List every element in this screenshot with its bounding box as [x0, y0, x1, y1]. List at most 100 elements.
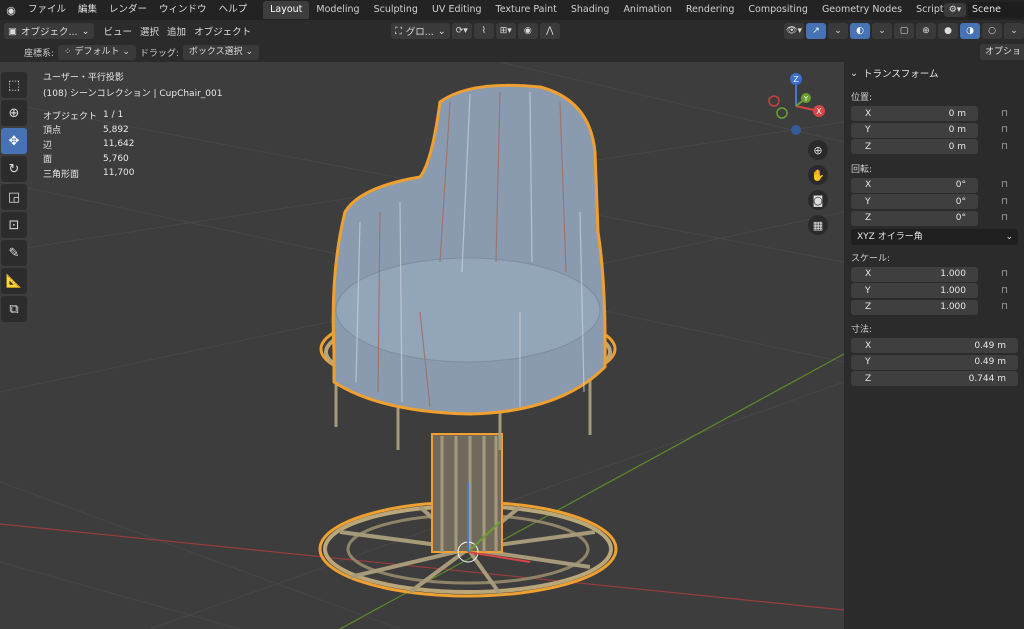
scale-y-field[interactable]: Y 1.000 ⊓: [851, 283, 1008, 298]
stat-value: 1 / 1: [103, 110, 124, 121]
stat-value: 5,760: [103, 153, 129, 164]
menu-render[interactable]: レンダー: [103, 0, 153, 20]
field-value: 0 m: [948, 141, 966, 152]
stat-row: 面 5,760: [43, 152, 135, 167]
tab-layout[interactable]: Layout: [263, 1, 310, 19]
move-icon[interactable]: ✥: [1, 128, 27, 154]
tab-sculpting[interactable]: Sculpting: [367, 1, 425, 19]
shading-dropdown-icon[interactable]: ⌄: [1004, 23, 1024, 39]
chevron-down-icon: ⌄: [119, 46, 130, 57]
stat-label: 三角形面: [43, 169, 80, 180]
transform-panel-header[interactable]: ⌄ トランスフォーム: [844, 62, 1024, 84]
zoom-icon[interactable]: ⊕: [808, 140, 828, 160]
collection-name: (108) シーンコレクション | CupChair_001: [43, 89, 223, 99]
drag-dropdown[interactable]: ボックス選択 ⌄: [182, 44, 260, 60]
stat-row: 頂点 5,892: [43, 123, 135, 138]
lock-icon[interactable]: ⊓: [1001, 269, 1008, 279]
lock-icon[interactable]: ⊓: [1001, 142, 1008, 152]
field-value: 1.000: [940, 269, 966, 279]
menu-window[interactable]: ウィンドウ: [153, 0, 213, 20]
proportional-edit-icon[interactable]: ◉: [517, 23, 538, 39]
rotation-z-field[interactable]: Z 0° ⊓: [851, 210, 1008, 226]
menu-select[interactable]: 選択: [136, 23, 163, 39]
chevron-down-icon: ⌄: [850, 67, 858, 79]
visibility-icon[interactable]: 👁▾: [784, 23, 804, 39]
menu-help[interactable]: ヘルプ: [213, 0, 254, 20]
location-z-field[interactable]: Z 0 m ⊓: [851, 139, 1008, 154]
solid-shading-icon[interactable]: ●: [938, 23, 958, 39]
menu-view[interactable]: ビュー: [100, 23, 137, 39]
coord-dropdown[interactable]: ⁘ デフォルト ⌄: [58, 44, 136, 60]
rendered-shading-icon[interactable]: ○: [982, 23, 1002, 39]
menu-add[interactable]: 追加: [163, 23, 190, 39]
tab-modeling[interactable]: Modeling: [309, 1, 366, 19]
transform-icon[interactable]: ⊡: [1, 212, 27, 238]
menu-file[interactable]: ファイル: [22, 0, 72, 20]
gizmo-toggle-icon[interactable]: ↗: [806, 23, 826, 39]
lock-icon[interactable]: ⊓: [1001, 180, 1008, 190]
menu-object[interactable]: オブジェクト: [190, 23, 255, 39]
camera-icon[interactable]: ◙: [808, 190, 828, 210]
dimensions-label: 寸法:: [851, 325, 873, 335]
overlay-toggle-icon[interactable]: ◐: [850, 23, 870, 39]
rotate-icon[interactable]: ↻: [1, 156, 27, 182]
axis-label: X: [865, 180, 872, 190]
scale-x-field[interactable]: X 1.000 ⊓: [851, 266, 1008, 282]
tab-uv-editing[interactable]: UV Editing: [425, 1, 489, 19]
rotation-y-field[interactable]: Y 0° ⊓: [851, 194, 1008, 209]
scale-z-field[interactable]: Z 1.000 ⊓: [851, 299, 1008, 315]
material-shading-icon[interactable]: ◑: [960, 23, 980, 39]
scene-selector-icon[interactable]: ⚙▾: [944, 3, 966, 17]
tab-geometry-nodes[interactable]: Geometry Nodes: [815, 1, 909, 19]
select-box-icon[interactable]: ⬚: [1, 72, 27, 98]
measure-icon[interactable]: 📐: [1, 268, 27, 294]
transform-orientation-dropdown[interactable]: ⛶ グロ... ⌄: [391, 23, 450, 39]
location-y-field[interactable]: Y 0 m ⊓: [851, 122, 1008, 138]
chevron-down-icon: ⌄: [242, 46, 254, 57]
gizmo-dropdown-icon[interactable]: ⌄: [828, 23, 848, 39]
scale-icon[interactable]: ◲: [1, 184, 27, 210]
dimensions-x-field[interactable]: X 0.49 m: [851, 338, 1018, 353]
pivot-icon[interactable]: ⟳▾: [451, 23, 472, 39]
lock-icon[interactable]: ⊓: [1001, 197, 1008, 207]
annotate-icon[interactable]: ✎: [1, 240, 27, 266]
rotation-mode-dropdown[interactable]: XYZ オイラー角 ⌄: [851, 228, 1018, 245]
snap-icon[interactable]: ⌇: [473, 23, 494, 39]
tab-animation[interactable]: Animation: [616, 1, 678, 19]
wireframe-shading-icon[interactable]: ⊕: [916, 23, 936, 39]
dimensions-y-field[interactable]: Y 0.49 m: [851, 354, 1018, 370]
tab-compositing[interactable]: Compositing: [741, 1, 815, 19]
add-cube-icon[interactable]: ⧉: [1, 296, 27, 322]
left-toolbar: ⬚ ⊕ ✥ ↻ ◲ ⊡ ✎ 📐 ⧉: [0, 70, 28, 324]
header-right-controls: 👁▾ ↗ ⌄ ◐ ⌄ ▢ ⊕ ● ◑ ○ ⌄: [782, 23, 1024, 39]
xray-icon[interactable]: ▢: [894, 23, 914, 39]
navigation-gizmo[interactable]: Z X Y: [760, 70, 832, 142]
lock-icon[interactable]: ⊓: [1001, 109, 1008, 119]
lock-icon[interactable]: ⊓: [1001, 286, 1008, 296]
field-value: 0°: [955, 213, 966, 223]
tab-rendering[interactable]: Rendering: [679, 1, 742, 19]
3d-viewport[interactable]: ユーザー・平行投影 (108) シーンコレクション | CupChair_001…: [0, 62, 844, 629]
axis-label: Z: [865, 213, 872, 223]
dimensions-z-field[interactable]: Z 0.744 m: [851, 371, 1018, 386]
lock-icon[interactable]: ⊓: [1001, 302, 1008, 312]
stat-row: 三角形面 11,700: [43, 166, 135, 181]
grid-view-icon[interactable]: ▦: [808, 215, 828, 235]
blender-logo-icon[interactable]: ◉: [4, 3, 18, 17]
tab-texture-paint[interactable]: Texture Paint: [489, 1, 564, 19]
overlay-dropdown-icon[interactable]: ⌄: [872, 23, 892, 39]
snap-target-icon[interactable]: ⊞▾: [495, 23, 516, 39]
pan-hand-icon[interactable]: ✋: [808, 165, 828, 185]
options-button[interactable]: オプション: [980, 44, 1024, 73]
cursor-icon[interactable]: ⊕: [1, 100, 27, 126]
menu-edit[interactable]: 編集: [72, 0, 103, 20]
rotation-x-field[interactable]: X 0° ⊓: [851, 177, 1008, 193]
mode-dropdown[interactable]: ▣ オブジェク... ⌄: [4, 23, 94, 39]
scene-name-field[interactable]: Scene: [968, 2, 1024, 18]
falloff-icon[interactable]: ⋀: [539, 23, 560, 39]
location-x-field[interactable]: X 0 m ⊓: [851, 106, 1008, 121]
tab-shading[interactable]: Shading: [564, 1, 617, 19]
lock-icon[interactable]: ⊓: [1001, 213, 1008, 223]
stat-row: オブジェクト 1 / 1: [43, 108, 135, 123]
lock-icon[interactable]: ⊓: [1001, 125, 1008, 135]
